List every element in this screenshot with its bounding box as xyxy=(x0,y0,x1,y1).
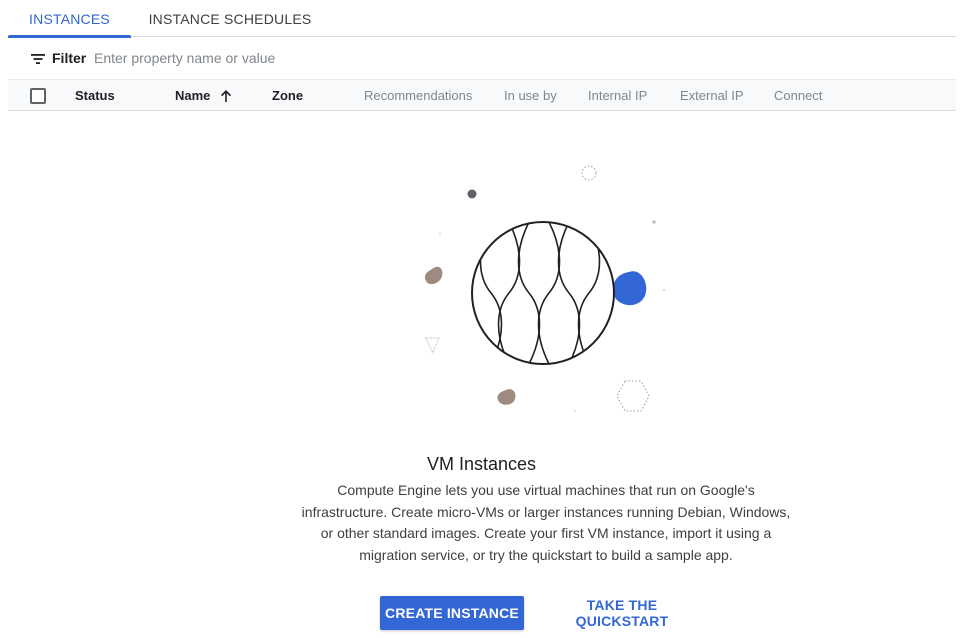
dot-decoration xyxy=(652,220,656,224)
create-instance-button[interactable]: CREATE INSTANCE xyxy=(380,596,524,630)
empty-state-description: Compute Engine lets you use virtual mach… xyxy=(301,482,791,563)
filter-list-icon[interactable] xyxy=(30,51,46,67)
column-header-status[interactable]: Status xyxy=(75,88,115,103)
column-header-internal-ip: Internal IP xyxy=(588,88,648,103)
dotted-hexagon-decoration xyxy=(616,380,650,412)
take-quickstart-button[interactable]: TAKE THE QUICKSTART xyxy=(540,596,704,630)
column-header-in-use-by: In use by xyxy=(504,88,557,103)
filter-label: Filter xyxy=(52,50,87,66)
select-all-checkbox[interactable] xyxy=(30,88,46,104)
table-header: Status Name Zone Recommendations In use … xyxy=(8,79,956,111)
dot-decoration xyxy=(663,289,665,291)
dot-decoration xyxy=(439,233,441,235)
filter-bar: Filter xyxy=(8,38,956,79)
blue-blob-decoration xyxy=(612,271,647,306)
blob-decoration xyxy=(497,389,516,405)
tab-instances[interactable]: INSTANCES xyxy=(8,0,131,38)
column-header-name[interactable]: Name xyxy=(175,88,210,103)
dot-decoration xyxy=(467,189,477,199)
empty-state-title: VM Instances xyxy=(426,454,537,474)
column-header-connect: Connect xyxy=(774,88,823,103)
tab-instance-schedules[interactable]: INSTANCE SCHEDULES xyxy=(143,0,317,37)
filter-input[interactable] xyxy=(94,44,594,72)
dotted-triangle-decoration xyxy=(425,337,440,355)
vm-globe-illustration xyxy=(424,165,665,412)
tab-bar: INSTANCES INSTANCE SCHEDULES xyxy=(8,0,956,38)
column-header-zone[interactable]: Zone xyxy=(272,88,303,103)
vm-instances-page: INSTANCES INSTANCE SCHEDULES Filter Stat… xyxy=(0,0,963,638)
dotted-circle-decoration xyxy=(581,165,597,181)
column-header-recommendations: Recommendations xyxy=(364,88,473,103)
blob-decoration xyxy=(424,266,443,285)
arrow-upward-icon[interactable] xyxy=(218,88,234,104)
globe-outline xyxy=(471,221,615,365)
dot-decoration xyxy=(574,410,576,412)
column-header-external-ip: External IP xyxy=(680,88,744,103)
